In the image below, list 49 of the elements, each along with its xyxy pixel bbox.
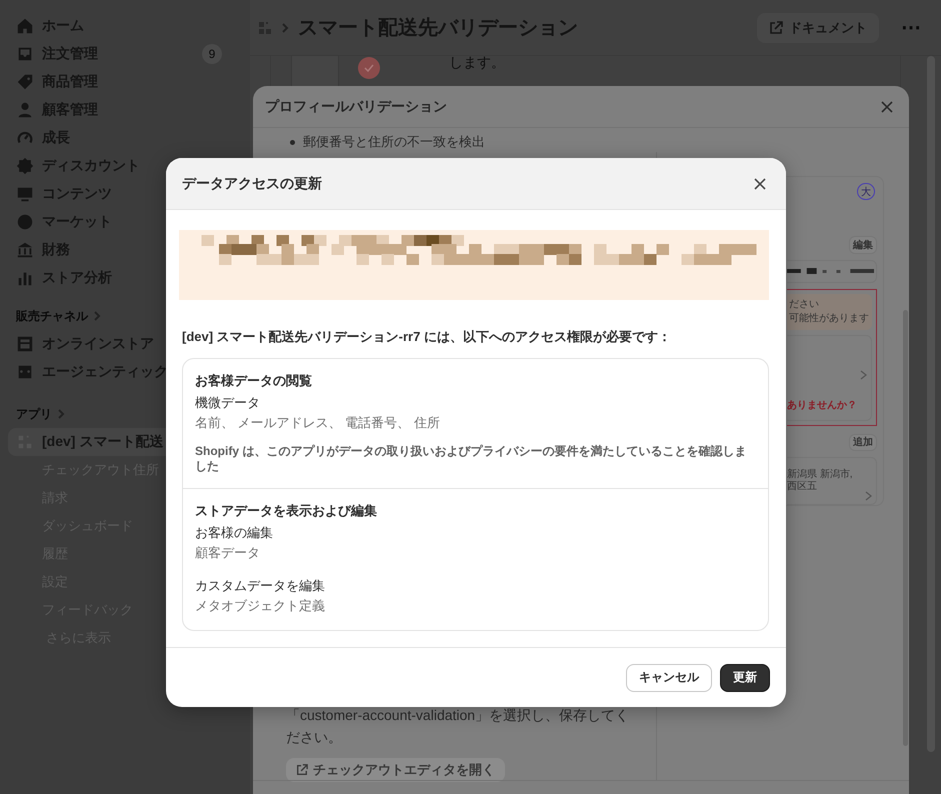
add-button[interactable]: 追加 [849, 434, 877, 451]
permission-name: カスタムデータを編集 [195, 577, 326, 595]
open-editor-button[interactable]: チェックアウトエディタを開く [286, 758, 505, 782]
home-icon [16, 17, 34, 35]
close-icon [752, 176, 768, 192]
dialog-title: データアクセスの更新 [182, 174, 322, 192]
external-link-icon [296, 764, 308, 776]
chevron-icon [280, 22, 290, 32]
robot-icon [16, 363, 34, 381]
close-button[interactable] [879, 98, 895, 114]
section-title: お客様データの閲覧 [195, 372, 313, 390]
monitor-icon [16, 185, 34, 203]
warning-title: ださい [789, 298, 820, 312]
close-button[interactable] [752, 176, 768, 192]
discount-badge-icon [16, 157, 34, 175]
more-button[interactable]: ⋯ [901, 15, 921, 40]
chevron-icon [92, 311, 102, 321]
section-title: ストアデータを表示および編集 [195, 502, 378, 520]
cancel-button[interactable]: キャンセル [626, 664, 712, 692]
tray-icon [16, 45, 34, 63]
instruction-text: 「customer-account-validation」を選択し、保存してください。 [286, 706, 630, 747]
modal-title: プロフィールバリデーション [265, 98, 447, 116]
bullet-icon [290, 140, 295, 144]
permission-name: お客様の編集 [195, 524, 274, 542]
chevron-icon [56, 409, 66, 419]
external-link-icon [769, 20, 783, 34]
bank-icon [16, 241, 34, 259]
permission-detail: メタオブジェクト定義 [195, 597, 326, 615]
scrollbar[interactable] [903, 310, 908, 746]
scrollbar[interactable] [927, 56, 935, 752]
check-circle-icon [357, 56, 381, 80]
tag-icon [16, 73, 34, 91]
chevron-icon [864, 490, 872, 501]
update-button[interactable]: 更新 [720, 664, 770, 692]
close-icon [879, 98, 895, 114]
avatar: 大 [857, 183, 875, 200]
address-row[interactable]: 新潟県 新潟市, 西区五 [787, 456, 877, 505]
person-icon [16, 101, 34, 119]
store-icon [16, 335, 34, 353]
edit-button[interactable]: 編集 [849, 236, 877, 254]
permission-name: 機微データ [195, 394, 261, 412]
chevron-icon [859, 370, 867, 380]
error-link[interactable]: ありませんか？ [787, 398, 867, 412]
permission-intro: [dev] スマート配送先バリデーション-rr7 には、以下へのアクセス権限が必要です： [182, 328, 672, 346]
count-badge: 9 [202, 44, 222, 64]
bullet-text: 郵便番号と住所の不一致を検出 [303, 133, 485, 151]
permission-detail: 顧客データ [195, 544, 261, 562]
address-text: 新潟県 新潟市, 西区五 [787, 468, 854, 493]
warning-text: 可能性があります [789, 312, 870, 326]
